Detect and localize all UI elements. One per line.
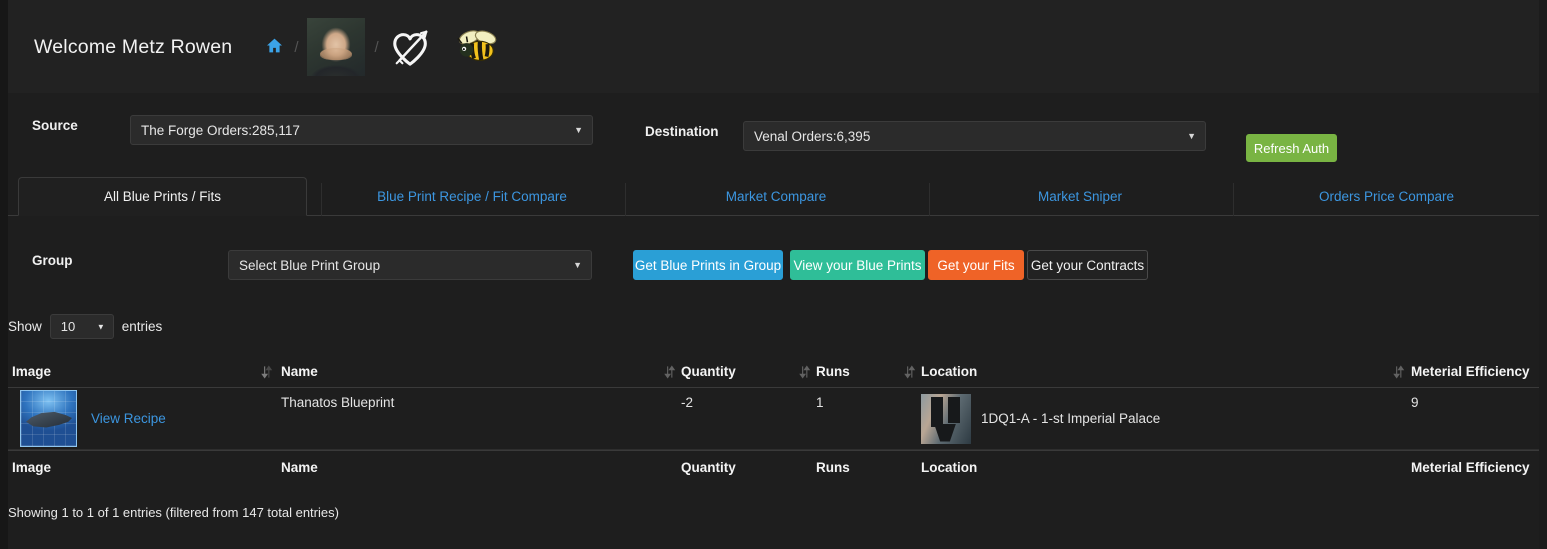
show-entries-value: 10 [60, 319, 76, 334]
app-page: Welcome Metz Rowen / / Source The Forge … [0, 0, 1547, 549]
tab-blue-print-recipe-fit-compare[interactable]: Blue Print Recipe / Fit Compare [322, 177, 622, 216]
destination-select-value: Venal Orders:6,395 [754, 128, 871, 144]
blueprints-table: Image Name Quantity Runs Location Meteri… [8, 356, 1539, 483]
station-shape-1 [931, 396, 943, 427]
page-right-edge [1539, 0, 1547, 549]
cell-runs: 1 [816, 395, 824, 410]
refresh-auth-button[interactable]: Refresh Auth [1246, 134, 1337, 162]
show-entries-prefix: Show [8, 319, 42, 334]
cell-name: Thanatos Blueprint [281, 395, 395, 410]
table-info-text: Showing 1 to 1 of 1 entries (filtered fr… [8, 505, 339, 520]
get-your-contracts-button[interactable]: Get your Contracts [1027, 250, 1148, 280]
welcome-row: Welcome Metz Rowen / / [34, 18, 500, 76]
chevron-down-icon: ▼ [96, 322, 105, 331]
footer-header-name: Name [281, 459, 318, 475]
sort-icon-location[interactable] [903, 365, 916, 378]
column-header-image[interactable]: Image [12, 356, 277, 387]
tab-market-sniper[interactable]: Market Sniper [930, 177, 1230, 216]
cell-location: 1DQ1-A - 1-st Imperial Palace [921, 388, 1411, 449]
group-label: Group [32, 253, 73, 268]
source-select[interactable]: The Forge Orders:285,117 ▼ [130, 115, 593, 145]
source-select-value: The Forge Orders:285,117 [141, 122, 300, 138]
station-thumbnail-icon[interactable] [921, 393, 971, 444]
station-shape-3 [934, 423, 956, 442]
destination-label: Destination [645, 124, 719, 139]
get-blue-prints-in-group-button[interactable]: Get Blue Prints in Group [633, 250, 783, 280]
tab-all-blue-prints-fits[interactable]: All Blue Prints / Fits [18, 177, 307, 216]
column-header-quantity[interactable]: Quantity [681, 356, 816, 387]
bee-icon-svg [456, 30, 496, 61]
home-icon[interactable] [266, 38, 283, 56]
cell-quantity: -2 [681, 395, 694, 410]
footer-header-location: Location [921, 459, 978, 475]
breadcrumb-separator-1: / [294, 38, 299, 56]
column-header-name[interactable]: Name [281, 356, 681, 387]
location-text: 1DQ1-A - 1-st Imperial Palace [981, 411, 1161, 426]
footer-header-image: Image [12, 459, 52, 475]
home-icon-svg [267, 38, 283, 53]
group-select[interactable]: Select Blue Print Group ▼ [228, 250, 592, 280]
blueprint-thumbnail-icon[interactable] [20, 390, 77, 447]
app-header: Welcome Metz Rowen / / [8, 0, 1539, 93]
chevron-down-icon: ▼ [574, 125, 583, 135]
sort-icon-name[interactable] [260, 365, 273, 378]
page-title: Welcome Metz Rowen [34, 35, 233, 58]
breadcrumb-separator-2: / [374, 38, 379, 56]
column-header-location[interactable]: Location [921, 356, 1411, 387]
footer-header-runs: Runs [816, 459, 850, 475]
sort-icon-quantity[interactable] [663, 365, 676, 378]
cell-meterial-efficiency: 9 [1411, 395, 1419, 410]
footer-header-quantity: Quantity [681, 459, 736, 475]
view-your-blue-prints-button[interactable]: View your Blue Prints [790, 250, 925, 280]
source-label: Source [32, 118, 78, 133]
footer-header-meterial-efficiency: Meterial Efficiency [1411, 459, 1530, 475]
sort-icon-runs[interactable] [798, 365, 811, 378]
table-footer-row: Image Name Quantity Runs Location Meteri… [8, 450, 1539, 483]
table-header-row: Image Name Quantity Runs Location Meteri… [8, 356, 1539, 388]
avatar[interactable] [307, 18, 366, 76]
group-row: Group Select Blue Print Group ▼ Get Blue… [8, 232, 1539, 298]
tab-market-compare[interactable]: Market Compare [626, 177, 926, 216]
heart-with-arrow-icon-svg [392, 30, 428, 66]
show-entries-control: Show 10 ▼ entries [8, 314, 162, 339]
tab-bar: All Blue Prints / Fits Blue Print Recipe… [8, 177, 1539, 216]
show-entries-select[interactable]: 10 ▼ [49, 314, 114, 339]
source-destination-row: Source The Forge Orders:285,117 ▼ Destin… [8, 93, 1539, 177]
blueprint-ship-shape [26, 411, 72, 428]
sort-icon-meterial-efficiency[interactable] [1392, 365, 1405, 378]
chevron-down-icon: ▼ [573, 260, 582, 270]
view-recipe-link[interactable]: View Recipe [91, 411, 166, 426]
destination-select[interactable]: Venal Orders:6,395 ▼ [743, 121, 1206, 151]
get-your-fits-button[interactable]: Get your Fits [928, 250, 1024, 280]
table-row: View Recipe Thanatos Blueprint -2 1 1DQ1… [8, 388, 1539, 450]
group-select-value: Select Blue Print Group [239, 257, 381, 273]
heart-with-arrow-icon[interactable] [388, 26, 434, 68]
bee-icon[interactable] [454, 26, 500, 68]
cell-image: View Recipe [12, 388, 277, 449]
chevron-down-icon: ▼ [1187, 131, 1196, 141]
column-header-meterial-efficiency[interactable]: Meterial Efficiency [1411, 356, 1539, 387]
page-left-edge [0, 0, 8, 549]
show-entries-suffix: entries [121, 319, 163, 334]
tab-orders-price-compare[interactable]: Orders Price Compare [1234, 177, 1539, 216]
station-shape-2 [948, 396, 960, 423]
